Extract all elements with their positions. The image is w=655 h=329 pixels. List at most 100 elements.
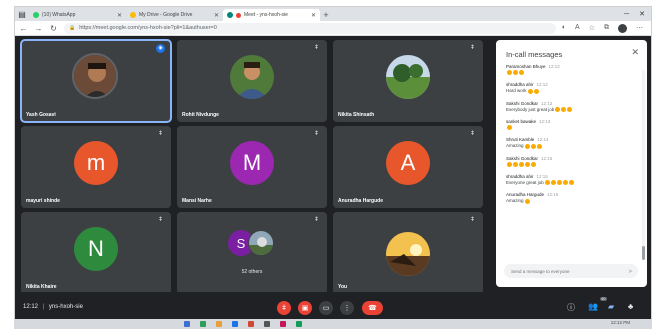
activities-icon[interactable]: ♣ <box>628 302 633 311</box>
chat-message-meta: Shruti Kamble 12:14 <box>506 137 634 142</box>
separator: | <box>42 304 45 310</box>
participant-tile[interactable]: ǂ Rohit Nivdunge <box>177 40 327 122</box>
recording-indicator-icon <box>236 12 241 18</box>
chat-message-meta: Sakshi Gondkar 12:13 <box>506 101 634 106</box>
chat-text: Hard work <box>506 88 527 94</box>
close-icon[interactable]: ✕ <box>311 12 316 19</box>
present-screen-icon: ▭ <box>322 305 330 312</box>
emoji-icon <box>531 161 536 167</box>
taskbar-app-icon[interactable] <box>216 321 222 327</box>
emoji-icon <box>561 106 567 112</box>
leave-call-button[interactable]: ☎ <box>362 301 383 315</box>
close-icon[interactable]: ✕ <box>214 12 219 19</box>
taskbar: 12:12 PM <box>14 319 652 329</box>
chat-message-meta: Anuradha Hargude 12:16 <box>506 192 634 197</box>
emoji-icon <box>524 198 530 204</box>
reload-icon[interactable]: ↻ <box>49 24 58 33</box>
taskbar-app-icon[interactable] <box>248 321 254 327</box>
tab-label: Meet - yns-hxoh-sie <box>244 12 288 18</box>
chat-text: Everyone great job <box>506 179 544 185</box>
emoji-icon <box>519 70 524 76</box>
emoji-icon <box>513 70 518 76</box>
minimize-icon[interactable]: ─ <box>624 9 629 21</box>
more-vert-icon: ⋮ <box>343 305 351 312</box>
present-button[interactable]: ▭ <box>319 301 333 315</box>
people-icon[interactable]: 👥 <box>588 302 598 311</box>
mic-toggle-button[interactable]: ǂ <box>277 301 291 315</box>
emoji-icon <box>525 161 530 167</box>
tab-meet[interactable]: Meet - yns-hxoh-sie ✕ <box>223 9 320 21</box>
chat-message-meta: shraddha ahir 12:15 <box>506 174 634 179</box>
chat-message-text <box>506 125 634 131</box>
favorite-star-icon[interactable]: ☆ <box>589 24 595 33</box>
participant-tile[interactable]: m ǂ mayuri shinde <box>21 126 171 208</box>
tab-whatsapp[interactable]: (10) WhatsApp ✕ <box>29 9 126 21</box>
participant-avatar: A <box>386 141 430 185</box>
muted-mic-icon: ǂ <box>314 131 319 137</box>
new-tab-button[interactable]: + <box>320 9 332 21</box>
camera-off-icon: ▣ <box>301 305 309 312</box>
camera-icon[interactable]: ◐ <box>562 24 566 33</box>
chat-scrollbar[interactable] <box>642 70 645 260</box>
participant-photo <box>386 55 430 99</box>
window-menu-icon[interactable]: ▤ <box>15 7 29 21</box>
chat-message-text: Everybody just great job <box>506 107 634 112</box>
profile-avatar[interactable] <box>618 23 627 33</box>
collections-icon[interactable]: ⧉ <box>604 24 609 33</box>
taskbar-app-icon[interactable] <box>232 321 238 327</box>
address-bar: ← → ↻ 🔒 https://meet.google.com/yns-hxoh… <box>15 21 651 36</box>
participant-tile[interactable]: ǂ Nikita Shinsath <box>333 40 483 122</box>
meeting-time: 12:12 | yns-hxoh-sie <box>23 304 83 310</box>
chat-time: 12:16 <box>547 192 559 198</box>
self-tile[interactable]: ǂ You <box>333 212 483 294</box>
chat-icon[interactable]: ▰ <box>608 302 614 311</box>
emoji-icon <box>527 88 533 94</box>
send-icon[interactable]: ➤ <box>628 268 633 275</box>
meeting-details-icon[interactable]: ⓘ <box>567 302 575 313</box>
muted-mic-icon: ǂ <box>470 45 475 51</box>
muted-mic-icon: ǂ <box>314 45 319 51</box>
participant-avatar: m <box>74 141 118 185</box>
chat-time: 12:14 <box>537 137 549 143</box>
participant-name: Rohit Nivdunge <box>182 112 219 118</box>
camera-toggle-button[interactable]: ▣ <box>298 301 312 315</box>
chat-sender: sanket bawake <box>506 118 537 124</box>
emoji-icon <box>533 88 539 94</box>
url-field[interactable]: 🔒 https://meet.google.com/yns-hxoh-sie?p… <box>64 22 556 34</box>
whatsapp-icon <box>33 12 39 18</box>
taskbar-app-icon[interactable] <box>184 321 190 327</box>
muted-mic-icon: ǂ <box>470 217 475 223</box>
chat-sender: shraddha ahir <box>506 173 534 179</box>
participant-tile[interactable]: M ǂ Mansi Narhe <box>177 126 327 208</box>
taskbar-app-icon[interactable] <box>296 321 302 327</box>
chat-message-input[interactable] <box>504 264 638 278</box>
tab-label: (10) WhatsApp <box>42 12 76 18</box>
participant-tile[interactable]: A ǂ Anuradha Hargude <box>333 126 483 208</box>
participant-tile[interactable]: N ǂ Nikita Khaire <box>21 212 171 294</box>
participant-photo <box>72 53 118 99</box>
read-aloud-icon[interactable]: A <box>575 24 580 33</box>
taskbar-app-icon[interactable] <box>200 321 206 327</box>
scrollbar-thumb[interactable] <box>642 246 645 260</box>
forward-icon[interactable]: → <box>34 24 43 33</box>
close-icon[interactable]: ✕ <box>117 12 122 19</box>
taskbar-app-icon[interactable] <box>264 321 270 327</box>
tab-google-drive[interactable]: My Drive - Google Drive ✕ <box>126 9 223 21</box>
taskbar-app-icon[interactable] <box>280 321 286 327</box>
chat-message-text: Amazing <box>506 143 634 149</box>
close-icon[interactable]: ✕ <box>631 48 639 57</box>
window-controls: ─ ✕ <box>624 9 651 21</box>
close-window-icon[interactable]: ✕ <box>639 9 645 21</box>
chat-message-text: Hard work <box>506 88 634 94</box>
back-icon[interactable]: ← <box>19 24 28 33</box>
chat-title: In-call messages <box>506 50 563 59</box>
chat-message-list[interactable]: Paramoshan Bhuye 12:12 shraddha ahir 12:12 H… <box>506 64 634 259</box>
participant-name: Mansi Narhe <box>182 198 212 204</box>
emoji-icon <box>562 180 568 186</box>
participant-tile[interactable]: ◉ Yash Gosavi <box>20 39 172 123</box>
chat-panel: In-call messages ✕ Paramoshan Bhuye 12:12… <box>496 40 647 287</box>
others-tile[interactable]: S 52 others ǂ <box>177 212 327 294</box>
more-options-icon[interactable]: ⋯ <box>636 24 643 33</box>
more-options-button[interactable]: ⋮ <box>340 301 354 315</box>
chat-message-text: Everyone great job <box>506 179 634 186</box>
